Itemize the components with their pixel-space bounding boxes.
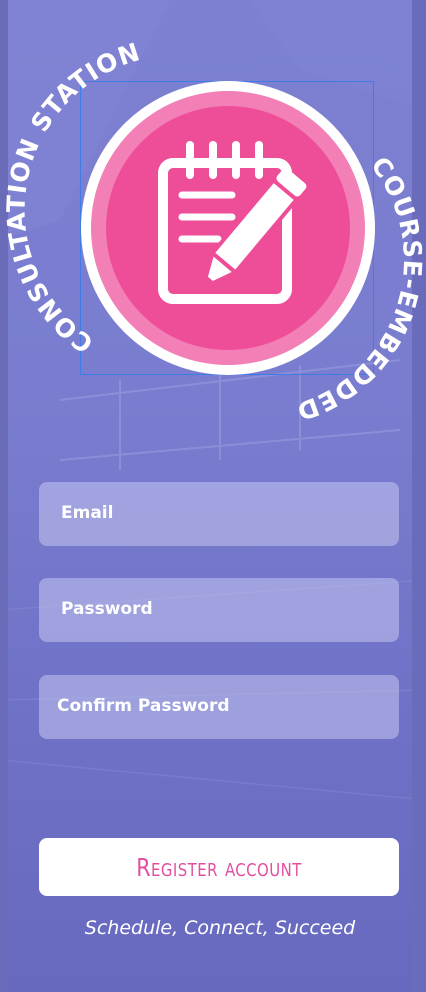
confirm-password-field-label: Confirm Password <box>57 696 230 716</box>
app-logo: CONSULTATION STATION COURSE-EMBEDDED <box>1 37 426 426</box>
email-field-label: Email <box>61 503 114 523</box>
register-screen: CONSULTATION STATION COURSE-EMBEDDED Ema… <box>0 0 426 992</box>
password-field-label: Password <box>61 599 153 619</box>
email-field[interactable]: Email <box>39 482 399 546</box>
register-account-button[interactable]: Register account <box>39 838 399 896</box>
confirm-password-field[interactable]: Confirm Password <box>39 675 399 739</box>
register-account-label: Register account <box>136 852 302 882</box>
password-field[interactable]: Password <box>39 578 399 642</box>
tagline: Schedule, Connect, Succeed <box>84 917 356 939</box>
logo-pink-core <box>106 106 350 350</box>
